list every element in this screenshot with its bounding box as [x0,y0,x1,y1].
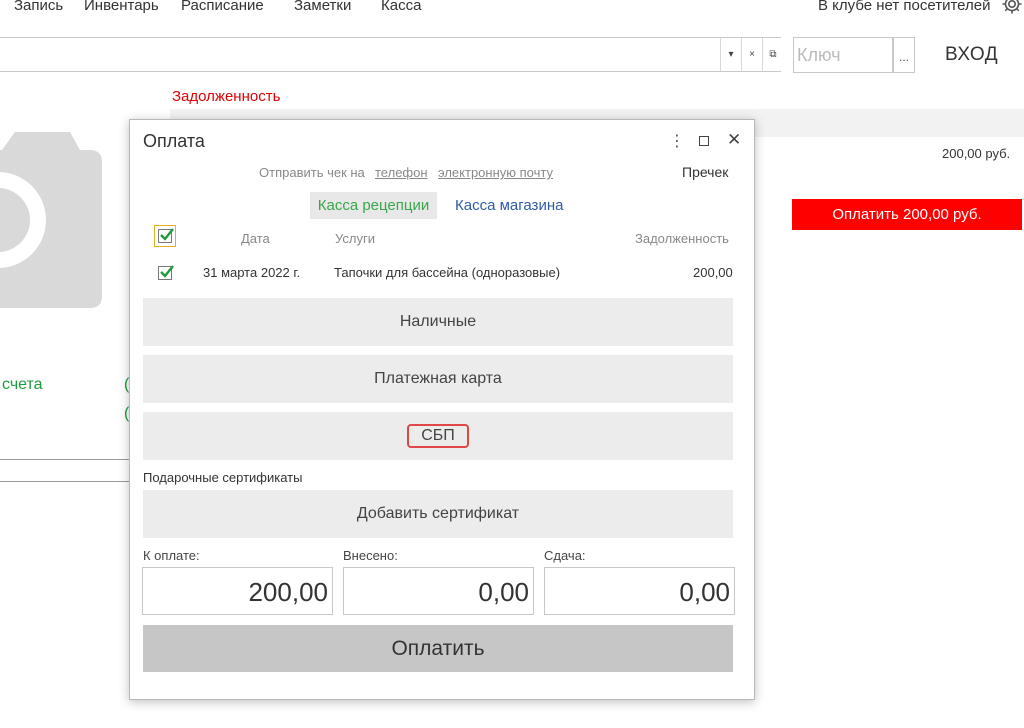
menu-notes[interactable]: Заметки [294,0,351,14]
close-icon[interactable]: ✕ [727,130,741,150]
clear-icon[interactable]: × [741,38,762,71]
send-receipt-email-link[interactable]: электронную почту [438,165,553,180]
column-date-header: Дата [241,231,270,246]
precheck-link[interactable]: Пречек [682,164,728,180]
gift-certificates-label: Подарочные сертификаты [143,470,303,485]
tab-shop-cashbox[interactable]: Касса магазина [455,197,563,214]
accounts-link[interactable]: счета [2,376,43,394]
row-service: Тапочки для бассейна (одноразовые) [334,265,561,280]
select-all-checkbox[interactable] [154,225,176,247]
camera-icon [0,128,104,318]
menu-schedule[interactable]: Расписание [181,0,264,14]
payment-dialog: Оплата ⋮ ✕ Отправить чек на телефон элек… [129,119,755,700]
visitors-status: В клубе нет посетителей [818,0,991,14]
debt-amount: 200,00 руб. [942,146,1011,161]
maximize-icon[interactable] [699,136,709,146]
checkmark-icon [160,228,174,241]
change-field[interactable]: 0,00 [544,567,735,615]
chevron-down-icon[interactable]: ▾ [720,38,741,71]
divider [0,481,136,482]
row-debt: 200,00 [693,265,733,280]
send-receipt-label: Отправить чек на [259,165,365,180]
checkmark-icon [160,265,174,278]
pay-debt-button[interactable]: Оплатить 200,00 руб. [792,199,1022,230]
to-pay-label: К оплате: [143,548,200,563]
sbp-label: СБП [407,424,469,448]
column-debt-header: Задолженность [635,231,729,246]
debt-label: Задолженность [172,88,281,105]
key-select-button[interactable]: ... [893,37,915,73]
paid-label: Внесено: [343,548,398,563]
sbp-button[interactable]: СБП [143,412,733,460]
change-label: Сдача: [544,548,586,563]
add-certificate-button[interactable]: Добавить сертификат [143,490,733,538]
menu-zapis[interactable]: Запись [14,0,63,14]
checkbox-box [158,228,174,243]
row-checkbox[interactable] [158,265,174,280]
open-window-icon[interactable]: ⧉ [762,38,783,71]
paid-field[interactable]: 0,00 [343,567,534,615]
login-button[interactable]: ВХОД [945,44,998,66]
divider [0,459,136,460]
tab-reception-cashbox[interactable]: Касса рецепции [310,192,437,219]
gear-icon[interactable] [1000,0,1024,16]
more-icon[interactable]: ⋮ [669,131,685,151]
menu-cashbox[interactable]: Касса [381,0,421,14]
row-date: 31 марта 2022 г. [203,265,301,280]
client-search-input[interactable] [0,37,781,72]
send-receipt-phone-link[interactable]: телефон [375,165,428,180]
dialog-title: Оплата [143,131,205,151]
to-pay-field[interactable]: 200,00 [142,567,333,615]
column-services-header: Услуги [335,231,375,246]
card-button[interactable]: Платежная карта [143,355,733,403]
key-input[interactable]: Ключ [793,37,893,73]
cash-button[interactable]: Наличные [143,298,733,346]
menu-inventory[interactable]: Инвентарь [84,0,159,14]
pay-button[interactable]: Оплатить [143,625,733,672]
